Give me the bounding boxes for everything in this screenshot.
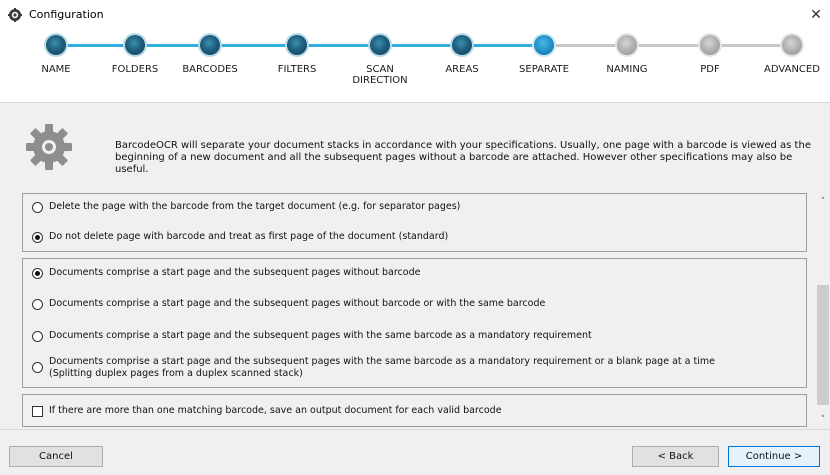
continue-button[interactable]: Continue > <box>728 446 820 467</box>
radio-start-page-without-barcode[interactable] <box>32 268 43 279</box>
step-label[interactable]: SCAN DIRECTION <box>350 64 410 86</box>
gear-icon <box>26 124 72 170</box>
wizard-stepper: NAME FOLDERS BARCODES FILTERS SCAN DIRECTION… <box>0 30 830 102</box>
step-dot-folders[interactable] <box>125 35 145 55</box>
option-label: Documents comprise a start page and the … <box>49 356 715 380</box>
options-panel: Delete the page with the barcode from th… <box>14 193 816 429</box>
step-connector <box>710 44 792 47</box>
step-label[interactable]: BARCODES <box>165 64 255 75</box>
option-label-line2: (Splitting duplex pages from a duplex sc… <box>49 368 303 379</box>
step-dot-pdf[interactable] <box>700 35 720 55</box>
settings-app-icon <box>8 8 22 22</box>
radio-delete-barcode-page[interactable] <box>32 202 43 213</box>
step-dot-naming[interactable] <box>617 35 637 55</box>
step-dot-advanced[interactable] <box>782 35 802 55</box>
option-output-each-barcode[interactable]: If there are more than one matching barc… <box>32 405 502 417</box>
step-dot-areas[interactable] <box>452 35 472 55</box>
step-label[interactable]: SEPARATE <box>499 64 589 75</box>
step-connector <box>380 44 462 47</box>
radio-without-or-same-barcode[interactable] <box>32 299 43 310</box>
page-handling-group: Delete the page with the barcode from th… <box>22 193 807 252</box>
back-button[interactable]: < Back <box>632 446 719 467</box>
option-label-line1: Documents comprise a start page and the … <box>49 356 715 367</box>
footer-bar: Cancel < Back Continue > <box>0 429 830 475</box>
step-connector <box>544 44 627 47</box>
radio-same-barcode-or-blank-page[interactable] <box>32 362 43 373</box>
scroll-thumb[interactable] <box>817 285 829 405</box>
window-title: Configuration <box>29 8 104 21</box>
option-delete-barcode-page[interactable]: Delete the page with the barcode from th… <box>32 201 460 213</box>
option-label: Documents comprise a start page and the … <box>49 330 592 341</box>
scroll-down-icon[interactable]: ˅ <box>816 413 830 427</box>
document-composition-group: Documents comprise a start page and the … <box>22 258 807 388</box>
scroll-up-icon[interactable]: ˄ <box>816 195 830 209</box>
step-dot-name[interactable] <box>46 35 66 55</box>
option-same-barcode-mandatory[interactable]: Documents comprise a start page and the … <box>32 330 592 342</box>
checkbox-label: If there are more than one matching barc… <box>49 405 502 416</box>
step-label[interactable]: NAMING <box>582 64 672 75</box>
option-label: Documents comprise a start page and the … <box>49 298 546 309</box>
title-bar: Configuration ✕ <box>0 0 830 30</box>
step-connector <box>135 44 210 47</box>
step-connector <box>210 44 297 47</box>
cancel-button[interactable]: Cancel <box>9 446 103 467</box>
option-same-barcode-or-blank-page[interactable]: Documents comprise a start page and the … <box>32 356 715 380</box>
option-start-page-without-barcode[interactable]: Documents comprise a start page and the … <box>32 267 420 279</box>
step-label[interactable]: FILTERS <box>252 64 342 75</box>
step-dot-separate[interactable] <box>534 35 554 55</box>
vertical-scrollbar[interactable]: ˄ ˅ <box>816 193 830 429</box>
step-connector <box>627 44 710 47</box>
step-dot-filters[interactable] <box>287 35 307 55</box>
multiple-barcode-group: If there are more than one matching barc… <box>22 394 807 427</box>
step-connector <box>297 44 380 47</box>
step-label[interactable]: PDF <box>665 64 755 75</box>
radio-keep-barcode-page[interactable] <box>32 232 43 243</box>
step-dot-barcodes[interactable] <box>200 35 220 55</box>
option-without-or-same-barcode[interactable]: Documents comprise a start page and the … <box>32 298 545 310</box>
option-label: Delete the page with the barcode from th… <box>49 201 461 212</box>
radio-same-barcode-mandatory[interactable] <box>32 331 43 342</box>
option-label: Do not delete page with barcode and trea… <box>49 231 449 242</box>
option-keep-barcode-page[interactable]: Do not delete page with barcode and trea… <box>32 231 448 243</box>
option-label: Documents comprise a start page and the … <box>49 267 421 278</box>
step-label[interactable]: ADVANCED <box>747 64 830 75</box>
step-connector <box>56 44 135 47</box>
step-label[interactable]: NAME <box>11 64 101 75</box>
step-dot-scan-direction[interactable] <box>370 35 390 55</box>
step-label[interactable]: AREAS <box>417 64 507 75</box>
close-icon[interactable]: ✕ <box>806 5 826 25</box>
info-description: BarcodeOCR will separate your document s… <box>115 140 811 175</box>
checkbox-output-each-barcode[interactable] <box>32 406 43 417</box>
step-connector <box>462 44 544 47</box>
